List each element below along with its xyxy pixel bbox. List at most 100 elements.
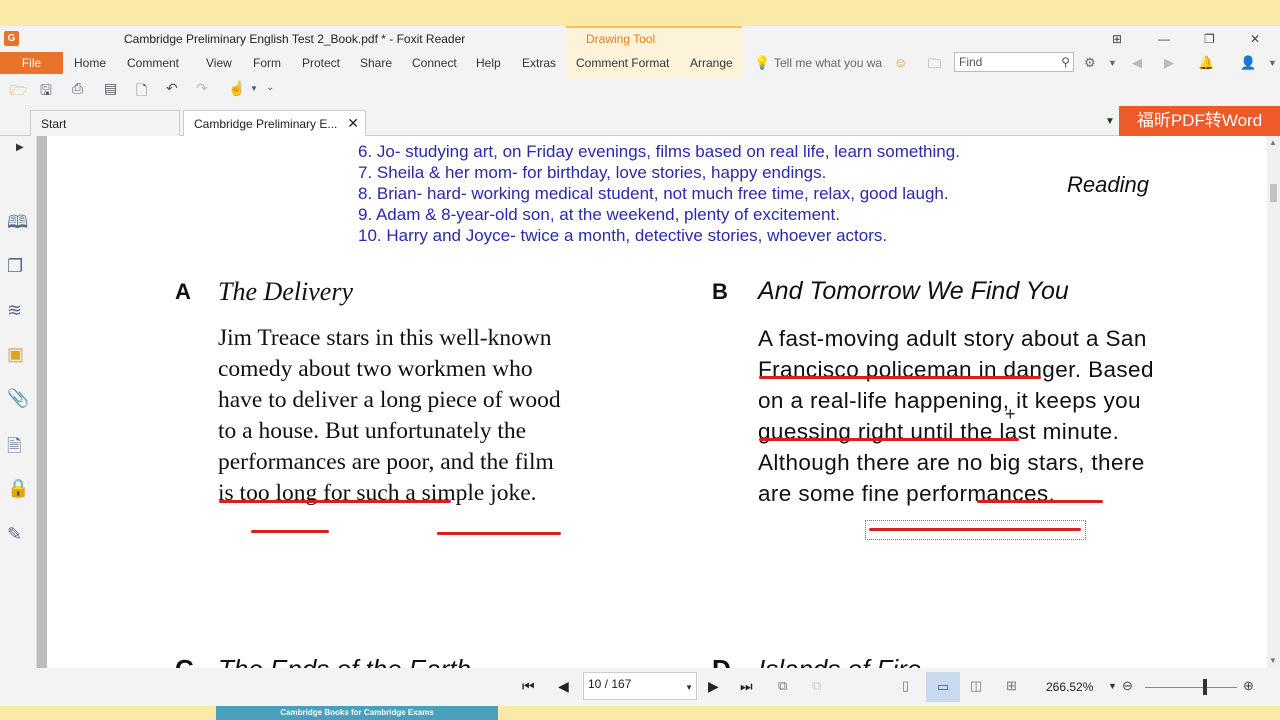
zoom-slider[interactable] — [1145, 687, 1237, 688]
section-a-line: have to deliver a long piece of wood — [218, 387, 561, 413]
menu-home[interactable]: Home — [74, 56, 106, 70]
desktop-background-bottom — [0, 706, 1280, 720]
next-view-icon[interactable]: ⧉ — [812, 678, 821, 694]
red-underline-too-long[interactable] — [251, 530, 329, 533]
close-tab-icon[interactable]: ✕ — [347, 115, 359, 132]
zoom-level[interactable]: 266.52% — [1046, 680, 1093, 694]
tab-start-label: Start — [41, 117, 67, 131]
scroll-thumb[interactable] — [1270, 184, 1277, 202]
account-dropdown-icon[interactable]: ▼ — [1268, 58, 1277, 68]
menu-help[interactable]: Help — [476, 56, 501, 70]
search-next-icon[interactable]: ▶ — [1164, 55, 1174, 71]
red-underline-real-life-happening[interactable] — [759, 438, 1019, 441]
scroll-up-icon[interactable]: ▲ — [1269, 138, 1277, 147]
zoom-slider-thumb[interactable] — [1203, 679, 1207, 695]
zoom-dropdown-icon[interactable]: ▼ — [1108, 681, 1117, 691]
tab-cambridge-pdf[interactable]: Cambridge Preliminary E... ✕ — [183, 110, 366, 136]
undo-icon[interactable]: ↶ — [166, 80, 178, 97]
section-a-line: Jim Treace stars in this well-known — [218, 325, 552, 351]
menu-view[interactable]: View — [206, 56, 232, 70]
continuous-view-icon[interactable]: ▭ — [926, 672, 960, 702]
menu-protect[interactable]: Protect — [302, 56, 340, 70]
page-dropdown-icon[interactable]: ▼ — [685, 683, 693, 692]
section-d-letter: D — [712, 654, 731, 668]
lock-icon[interactable]: 🔒 — [7, 478, 29, 499]
zoom-in-icon[interactable]: ⊕ — [1243, 678, 1254, 694]
find-input[interactable]: Find ⚲ — [954, 52, 1074, 72]
layers-icon[interactable]: ≋ — [7, 300, 22, 321]
section-a-title: The Delivery — [218, 277, 354, 306]
section-d-title: Islands of Fire — [758, 654, 921, 668]
notification-bell-icon[interactable]: 🔔 — [1198, 55, 1214, 71]
foxit-reader-window: G Cambridge Preliminary English Test 2_B… — [0, 26, 1280, 706]
user-account-icon[interactable]: 👤 — [1240, 55, 1256, 71]
red-underline-simple-joke[interactable] — [437, 532, 561, 535]
signature-icon[interactable]: ✎ — [7, 524, 22, 545]
continuous-facing-view-icon[interactable]: ⊞ — [1006, 678, 1017, 694]
foxit-app-icon[interactable]: G — [4, 31, 19, 46]
file-menu[interactable]: File — [0, 52, 63, 74]
settings-gear-icon[interactable]: ⚙ — [1084, 55, 1096, 71]
open-folder-icon[interactable]: 🗁 — [10, 80, 27, 104]
panel-divider[interactable] — [37, 136, 47, 668]
new-document-icon[interactable]: 🗋 — [136, 80, 147, 104]
folder-search-icon[interactable]: 🗀 — [928, 55, 941, 77]
menu-connect[interactable]: Connect — [412, 56, 457, 70]
tell-me-input[interactable]: Tell me what you wa — [774, 56, 882, 70]
settings-dropdown-icon[interactable]: ▼ — [1108, 58, 1117, 68]
security-icon[interactable]: 🗎 — [7, 434, 21, 464]
menu-arrange[interactable]: Arrange — [690, 56, 733, 70]
page-number-value: 10 / 167 — [588, 677, 632, 691]
navigation-panel: ▶ 🕮 ❐ ≋ ▣ 📎 🗎 🔒 ✎ — [0, 136, 37, 668]
vertical-scrollbar[interactable]: ▲ ▼ — [1267, 136, 1280, 668]
close-window-button[interactable]: ✕ — [1250, 32, 1260, 46]
single-page-view-icon[interactable]: ▯ — [902, 678, 909, 694]
feedback-icon[interactable]: ☺ — [894, 55, 907, 70]
red-underline-performances-poor[interactable] — [219, 500, 451, 503]
tab-list-dropdown-icon[interactable]: ▼ — [1105, 116, 1115, 127]
ribbon-display-icon[interactable]: ⊞ — [1112, 32, 1122, 46]
search-icon[interactable]: ⚲ — [1061, 55, 1070, 69]
minimize-button[interactable]: — — [1158, 32, 1170, 46]
redo-icon[interactable]: ↷ — [196, 80, 208, 97]
section-a-line: is too long for such a simple joke. — [218, 480, 537, 506]
first-page-icon[interactable]: ⏮ — [522, 678, 535, 695]
comments-icon[interactable]: ▣ — [7, 344, 24, 365]
bottom-banner: Cambridge Books for Cambridge Exams — [216, 706, 498, 720]
previous-view-icon[interactable]: ⧉ — [778, 678, 787, 694]
hand-tool-dropdown-icon[interactable]: ▼ — [250, 84, 258, 93]
section-b-line: A fast-moving adult story about a San — [758, 326, 1147, 351]
facing-view-icon[interactable]: ◫ — [970, 678, 982, 694]
menu-share[interactable]: Share — [360, 56, 392, 70]
tab-start[interactable]: Start — [30, 110, 180, 136]
menu-form[interactable]: Form — [253, 56, 281, 70]
previous-page-icon[interactable]: ◀ — [558, 678, 569, 695]
red-underline-fast-moving-adult-story[interactable] — [759, 376, 1041, 379]
zoom-out-icon[interactable]: ⊖ — [1122, 678, 1133, 694]
hand-tool-icon[interactable]: ☝ — [228, 80, 245, 97]
document-tab-bar: Start Cambridge Preliminary E... ✕ ▼ — [0, 110, 1280, 136]
pages-thumbnail-icon[interactable]: ❐ — [7, 256, 23, 277]
print-icon[interactable]: ⎙ — [72, 80, 83, 97]
attachment-icon[interactable]: 📎 — [7, 388, 29, 409]
red-underline-no-big-stars[interactable] — [977, 500, 1103, 503]
menu-comment[interactable]: Comment — [127, 56, 179, 70]
section-b-line: guessing right until the last minute. — [758, 419, 1120, 444]
search-prev-icon[interactable]: ◀ — [1132, 55, 1142, 71]
section-a-line: performances are poor, and the film — [218, 449, 554, 475]
save-icon[interactable]: 🖫 — [40, 80, 52, 104]
tab-cambridge-label: Cambridge Preliminary E... — [194, 117, 338, 131]
scroll-down-icon[interactable]: ▼ — [1269, 656, 1277, 665]
bookmark-icon[interactable]: 🕮 — [7, 210, 28, 240]
menu-comment-format[interactable]: Comment Format — [576, 56, 669, 70]
scan-icon[interactable]: ▤ — [104, 80, 117, 97]
customize-toolbar-icon[interactable]: ⌄ — [266, 82, 274, 93]
pdf-to-word-promo-button[interactable]: 福昕PDF转Word — [1119, 106, 1280, 136]
expand-panel-icon[interactable]: ▶ — [16, 142, 24, 153]
restore-button[interactable]: ❐ — [1204, 32, 1215, 46]
next-page-icon[interactable]: ▶ — [708, 678, 719, 695]
menu-extras[interactable]: Extras — [522, 56, 556, 70]
page-number-input[interactable]: 10 / 167 ▼ — [583, 672, 697, 700]
last-page-icon[interactable]: ⏭ — [740, 678, 753, 695]
selected-drawing-box[interactable] — [865, 520, 1086, 540]
